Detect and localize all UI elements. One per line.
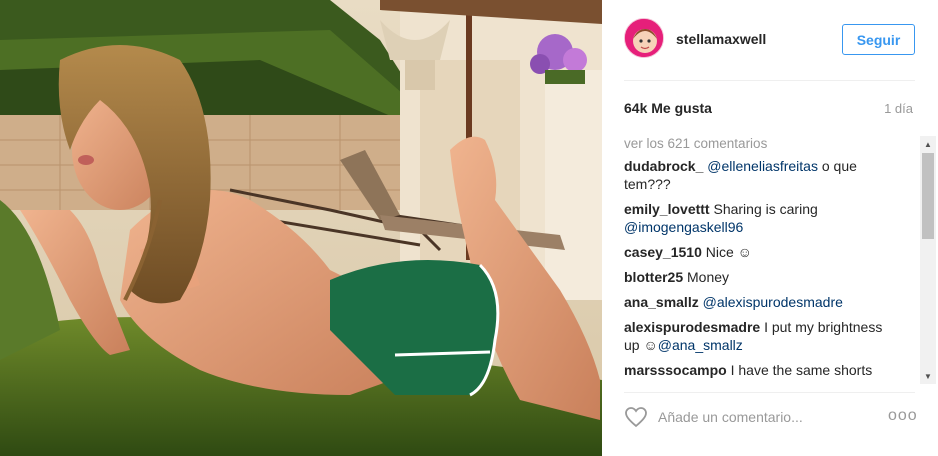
comment-item: marsssocampo I have the same shorts [624,361,894,379]
comments-scrollbar[interactable]: ▲ ▼ [920,136,936,384]
comment-username[interactable]: emily_lovettt [624,201,710,217]
comment-text: Sharing is caring [713,201,818,217]
comment-item: casey_1510 Nice ☺ [624,243,894,261]
comment-text: Money [687,269,730,285]
comment-item: alexispurodesmadre I put my brightness u… [624,318,894,354]
comment-text: Nice ☺ [705,244,752,260]
post-photo[interactable] [0,0,602,456]
more-options-icon[interactable]: ooo [888,406,917,426]
comment-mention[interactable]: @imogengaskell96 [624,219,743,235]
avatar[interactable] [624,18,664,58]
post-date[interactable]: 1 día [884,101,913,116]
post-header: stellamaxwell Seguir [624,18,915,62]
comment-username[interactable]: alexispurodesmadre [624,319,760,335]
comment-mention[interactable]: @ana_smallz [658,337,743,353]
view-all-comments-link[interactable]: ver los 621 comentarios [624,136,920,151]
footer-divider [624,392,915,393]
comment-username[interactable]: casey_1510 [624,244,702,260]
post-image [0,0,602,456]
comment-mention[interactable]: @alexispurodesmadre [703,294,843,310]
comment-item: ana_smallz @alexispurodesmadre [624,293,894,311]
comment-username[interactable]: blotter25 [624,269,683,285]
comment-item: emily_lovettt Sharing is caring @imogeng… [624,200,894,236]
comment-username[interactable]: dudabrock_ [624,158,703,174]
scroll-down-icon[interactable]: ▼ [920,368,936,384]
heart-icon[interactable] [624,406,648,428]
comments-list[interactable]: ver los 621 comentarios dudabrock_ @elle… [624,136,920,384]
comment-username[interactable]: ana_smallz [624,294,699,310]
post-sidebar: stellamaxwell Seguir 64k Me gusta 1 día … [602,0,938,456]
post-username[interactable]: stellamaxwell [676,31,766,47]
likes-count[interactable]: 64k Me gusta [624,100,712,116]
scroll-up-icon[interactable]: ▲ [920,136,936,152]
comment-text: I have the same shorts [730,362,873,378]
header-divider [624,80,915,81]
comment-mention[interactable]: @elleneliasfreitas [707,158,818,174]
add-comment-input[interactable] [658,404,878,430]
comment-username[interactable]: marsssocampo [624,362,727,378]
comment-item: dudabrock_ @elleneliasfreitas o que tem?… [624,157,894,193]
scrollbar-thumb[interactable] [922,153,934,239]
comment-item: blotter25 Money [624,268,894,286]
follow-button[interactable]: Seguir [842,24,915,55]
avatar-image [625,19,663,57]
